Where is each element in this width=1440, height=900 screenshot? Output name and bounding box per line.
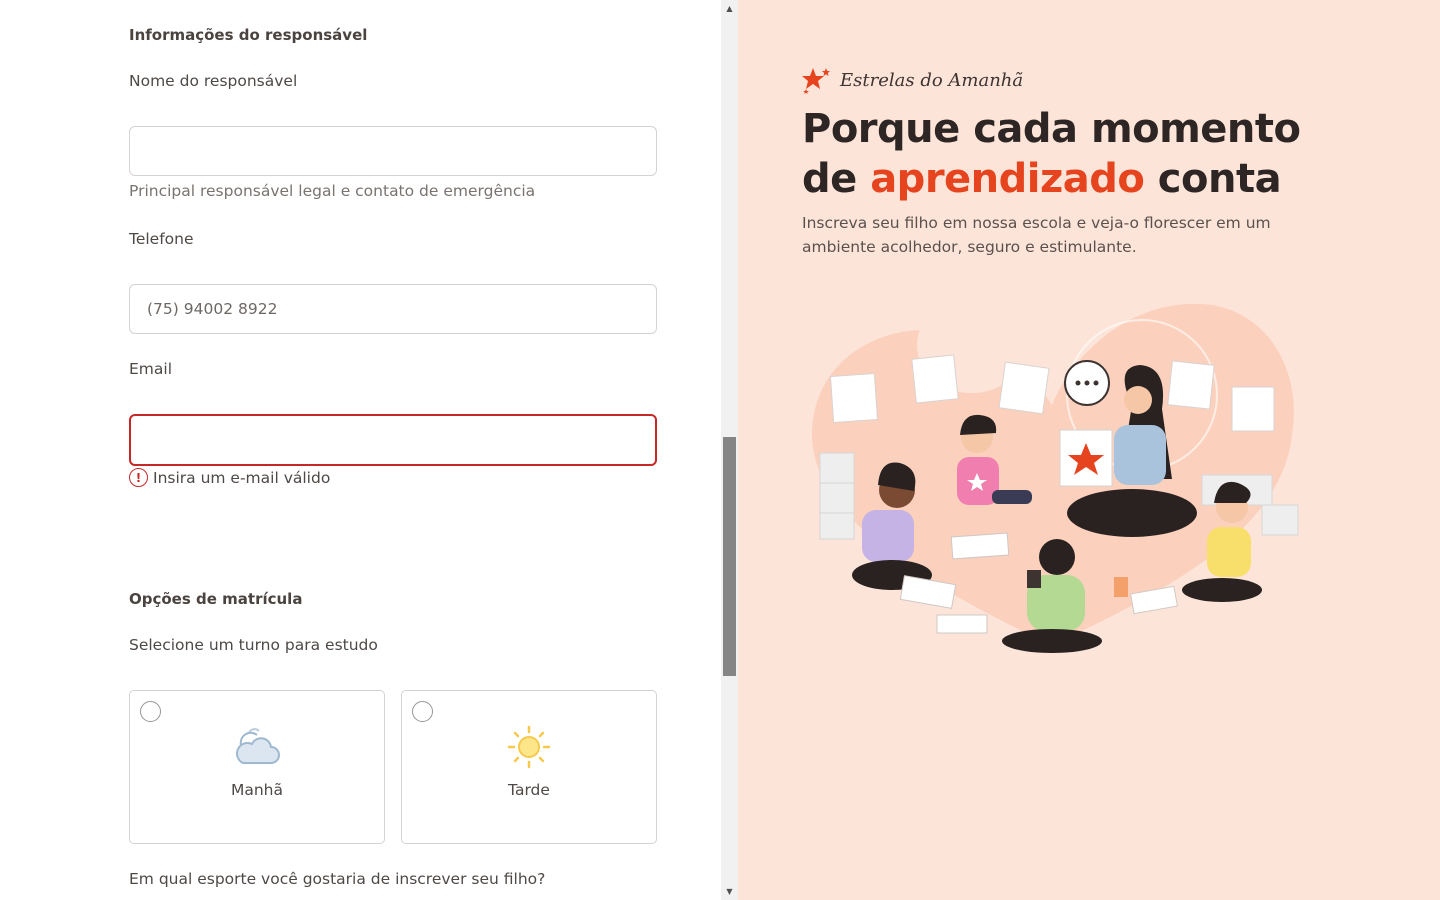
star-logo-icon bbox=[802, 68, 830, 94]
enrollment-form: Informações do responsável Nome do respo… bbox=[0, 0, 721, 900]
shift-label: Selecione um turno para estudo bbox=[129, 636, 378, 654]
sport-question: Em qual esporte você gostaria de inscrev… bbox=[129, 870, 546, 888]
email-input[interactable] bbox=[129, 414, 657, 466]
cloud-icon bbox=[236, 728, 280, 764]
guardian-name-input[interactable] bbox=[129, 126, 657, 176]
scroll-thumb[interactable] bbox=[723, 437, 736, 676]
hero-panel: Estrelas do Amanhã Porque cada momento d… bbox=[738, 0, 1440, 900]
scroll-down-arrow-icon[interactable]: ▼ bbox=[721, 883, 738, 900]
shift-label-afternoon: Tarde bbox=[508, 781, 550, 799]
email-label: Email bbox=[129, 360, 173, 378]
email-error-message: ! Insira um e-mail válido bbox=[129, 468, 330, 487]
phone-input[interactable] bbox=[129, 284, 657, 334]
hero-headline: Porque cada momento de aprendizado conta bbox=[802, 104, 1362, 204]
sun-icon bbox=[507, 725, 551, 769]
headline-part-2: conta bbox=[1144, 156, 1282, 202]
hero-subtitle: Inscreva seu filho em nossa escola e vej… bbox=[802, 214, 1271, 256]
brand: Estrelas do Amanhã bbox=[802, 66, 1023, 94]
brand-name: Estrelas do Amanhã bbox=[840, 69, 1024, 91]
enrollment-section-title: Opções de matrícula bbox=[129, 590, 303, 608]
guardian-name-helper: Principal responsável legal e contato de… bbox=[129, 182, 536, 200]
shift-radio-morning[interactable] bbox=[140, 701, 161, 722]
email-error-text: Insira um e-mail válido bbox=[153, 468, 331, 487]
guardian-section-title: Informações do responsável bbox=[129, 26, 368, 44]
phone-label: Telefone bbox=[129, 230, 194, 248]
shift-option-morning[interactable]: Manhã bbox=[129, 690, 385, 844]
error-circle-icon: ! bbox=[129, 468, 148, 487]
shift-radio-afternoon[interactable] bbox=[412, 701, 433, 722]
page-scrollbar[interactable]: ▲ ▼ bbox=[721, 0, 738, 900]
teacher-and-children-illustration bbox=[812, 297, 1299, 653]
shift-option-afternoon[interactable]: Tarde bbox=[401, 690, 657, 844]
scroll-up-arrow-icon[interactable]: ▲ bbox=[721, 0, 738, 17]
headline-accent: aprendizado bbox=[870, 156, 1145, 202]
guardian-name-label: Nome do responsável bbox=[129, 72, 298, 90]
shift-label-morning: Manhã bbox=[230, 781, 284, 799]
